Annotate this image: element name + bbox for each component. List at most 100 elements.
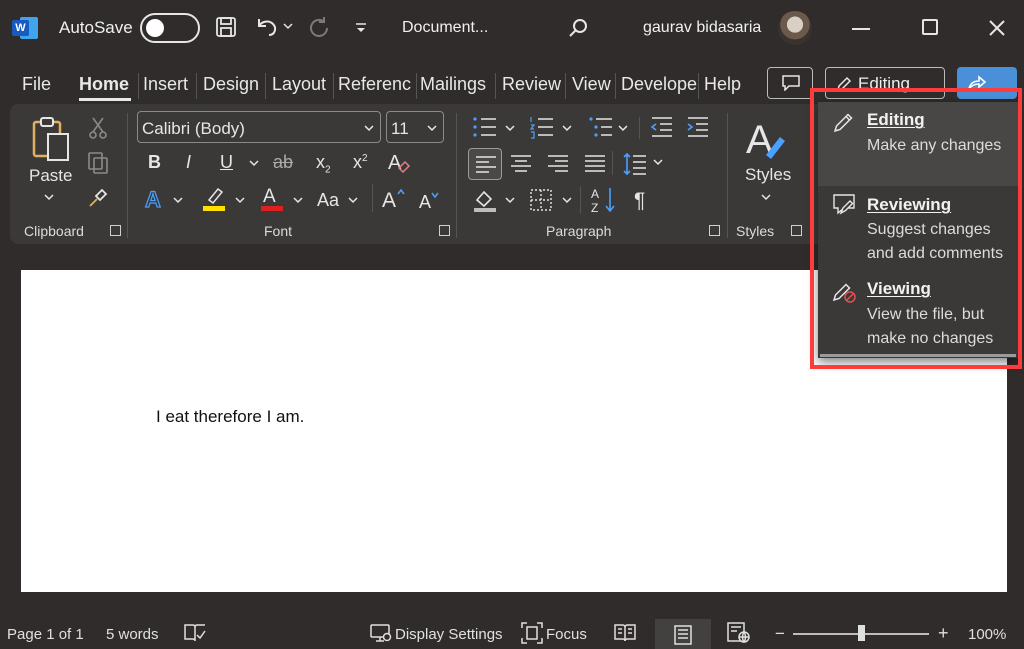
comments-button[interactable] xyxy=(767,67,813,99)
styles-dropdown-icon[interactable] xyxy=(761,193,771,201)
display-settings-icon[interactable] xyxy=(370,623,392,643)
tab-layout[interactable]: Layout xyxy=(272,74,326,95)
paste-icon[interactable] xyxy=(30,116,72,162)
user-name[interactable]: gaurav bidasaria xyxy=(643,19,761,37)
bullets-dropdown-icon[interactable] xyxy=(505,124,515,132)
tab-view[interactable]: View xyxy=(572,74,611,95)
zoom-slider-thumb[interactable] xyxy=(858,625,865,641)
customize-toolbar-icon[interactable] xyxy=(354,22,368,34)
print-layout-button[interactable] xyxy=(655,619,711,649)
word-count[interactable]: 5 words xyxy=(106,626,159,643)
tab-developer[interactable]: Develope xyxy=(621,74,697,95)
paste-dropdown-icon[interactable] xyxy=(44,193,54,201)
tab-file[interactable]: File xyxy=(22,74,51,95)
shrink-font-icon[interactable]: A xyxy=(418,189,442,213)
font-launcher-icon[interactable] xyxy=(439,225,450,236)
styles-icon[interactable]: A xyxy=(744,115,790,163)
numbering-icon[interactable] xyxy=(529,115,555,139)
redo-icon[interactable] xyxy=(305,14,333,42)
read-mode-icon[interactable] xyxy=(614,623,636,643)
active-tab-indicator xyxy=(79,98,131,101)
zoom-level[interactable]: 100% xyxy=(968,626,1006,643)
clipboard-launcher-icon[interactable] xyxy=(110,225,121,236)
display-settings-label[interactable]: Display Settings xyxy=(395,626,503,643)
svg-text:Z: Z xyxy=(591,201,598,215)
tab-divider xyxy=(565,73,566,99)
italic-icon[interactable]: I xyxy=(186,152,191,173)
font-color-icon[interactable]: A xyxy=(259,184,285,212)
line-spacing-icon[interactable] xyxy=(622,152,648,176)
change-case-icon[interactable]: Aa xyxy=(317,190,339,211)
text-effects-dropdown-icon[interactable] xyxy=(173,196,183,204)
strikethrough-icon[interactable]: ab xyxy=(273,152,293,173)
shading-dropdown-icon[interactable] xyxy=(505,196,515,204)
show-formatting-marks-icon[interactable]: ¶ xyxy=(634,189,645,213)
numbering-dropdown-icon[interactable] xyxy=(562,124,572,132)
web-layout-icon[interactable] xyxy=(727,622,751,644)
tab-insert[interactable]: Insert xyxy=(143,74,188,95)
bullets-icon[interactable] xyxy=(472,115,498,139)
paragraph-launcher-icon[interactable] xyxy=(709,225,720,236)
paste-label[interactable]: Paste xyxy=(29,166,72,186)
undo-icon[interactable] xyxy=(254,15,280,39)
change-case-dropdown-icon[interactable] xyxy=(348,196,358,204)
ribbon-divider xyxy=(612,151,613,175)
focus-label[interactable]: Focus xyxy=(546,626,587,643)
maximize-icon[interactable] xyxy=(922,19,938,35)
bold-icon[interactable]: B xyxy=(148,152,161,173)
autosave-label: AutoSave xyxy=(59,18,133,37)
clear-formatting-icon[interactable]: A xyxy=(387,150,411,176)
font-color-dropdown-icon[interactable] xyxy=(293,196,303,204)
styles-launcher-icon[interactable] xyxy=(791,225,802,236)
page-count[interactable]: Page 1 of 1 xyxy=(7,626,84,643)
undo-dropdown-icon[interactable] xyxy=(283,22,293,30)
subscript-icon[interactable]: x2 xyxy=(316,152,331,176)
increase-indent-icon[interactable] xyxy=(686,116,710,138)
text-effects-icon[interactable]: A xyxy=(143,186,167,212)
cut-icon[interactable] xyxy=(88,116,108,140)
document-title[interactable]: Document... xyxy=(402,19,488,37)
proofing-icon[interactable] xyxy=(184,623,206,643)
highlight-dropdown-icon[interactable] xyxy=(235,196,245,204)
svg-text:A: A xyxy=(382,189,396,212)
avatar[interactable] xyxy=(778,11,812,45)
document-text[interactable]: I eat therefore I am. xyxy=(156,407,304,427)
format-painter-icon[interactable] xyxy=(86,186,110,210)
align-center-icon[interactable] xyxy=(510,154,532,174)
borders-icon[interactable] xyxy=(529,188,553,212)
zoom-out-button[interactable]: − xyxy=(775,624,785,644)
tab-divider xyxy=(416,73,417,99)
zoom-in-button[interactable]: + xyxy=(938,623,949,644)
font-size-select[interactable]: 11 xyxy=(386,111,444,143)
search-icon[interactable] xyxy=(567,17,589,39)
borders-dropdown-icon[interactable] xyxy=(562,196,572,204)
close-icon[interactable] xyxy=(987,18,1007,38)
superscript-icon[interactable]: x2 xyxy=(353,152,368,173)
font-name-select[interactable]: Calibri (Body) xyxy=(137,111,381,143)
tab-help[interactable]: Help xyxy=(704,74,741,95)
line-spacing-dropdown-icon[interactable] xyxy=(653,158,663,166)
justify-icon[interactable] xyxy=(584,154,606,174)
multilevel-dropdown-icon[interactable] xyxy=(618,124,628,132)
decrease-indent-icon[interactable] xyxy=(650,116,674,138)
tab-design[interactable]: Design xyxy=(203,74,259,95)
copy-icon[interactable] xyxy=(86,151,110,175)
save-icon[interactable] xyxy=(214,15,238,39)
multilevel-list-icon[interactable] xyxy=(588,115,614,139)
tab-review[interactable]: Review xyxy=(502,74,561,95)
underline-icon[interactable]: U xyxy=(220,152,233,173)
sort-icon[interactable]: AZ xyxy=(590,185,618,215)
styles-label[interactable]: Styles xyxy=(745,165,791,185)
shading-icon[interactable] xyxy=(472,187,498,213)
highlight-color-icon[interactable] xyxy=(201,184,227,212)
grow-font-icon[interactable]: A xyxy=(381,186,407,212)
autosave-toggle[interactable] xyxy=(140,13,200,43)
minimize-icon[interactable] xyxy=(852,28,870,30)
tab-references[interactable]: Referenc xyxy=(338,74,416,95)
tab-home[interactable]: Home xyxy=(79,74,129,95)
align-left-button[interactable] xyxy=(468,148,502,180)
align-right-icon[interactable] xyxy=(547,154,569,174)
underline-dropdown-icon[interactable] xyxy=(249,159,259,167)
tab-mailings[interactable]: Mailings xyxy=(420,74,486,95)
focus-icon[interactable] xyxy=(521,622,543,644)
